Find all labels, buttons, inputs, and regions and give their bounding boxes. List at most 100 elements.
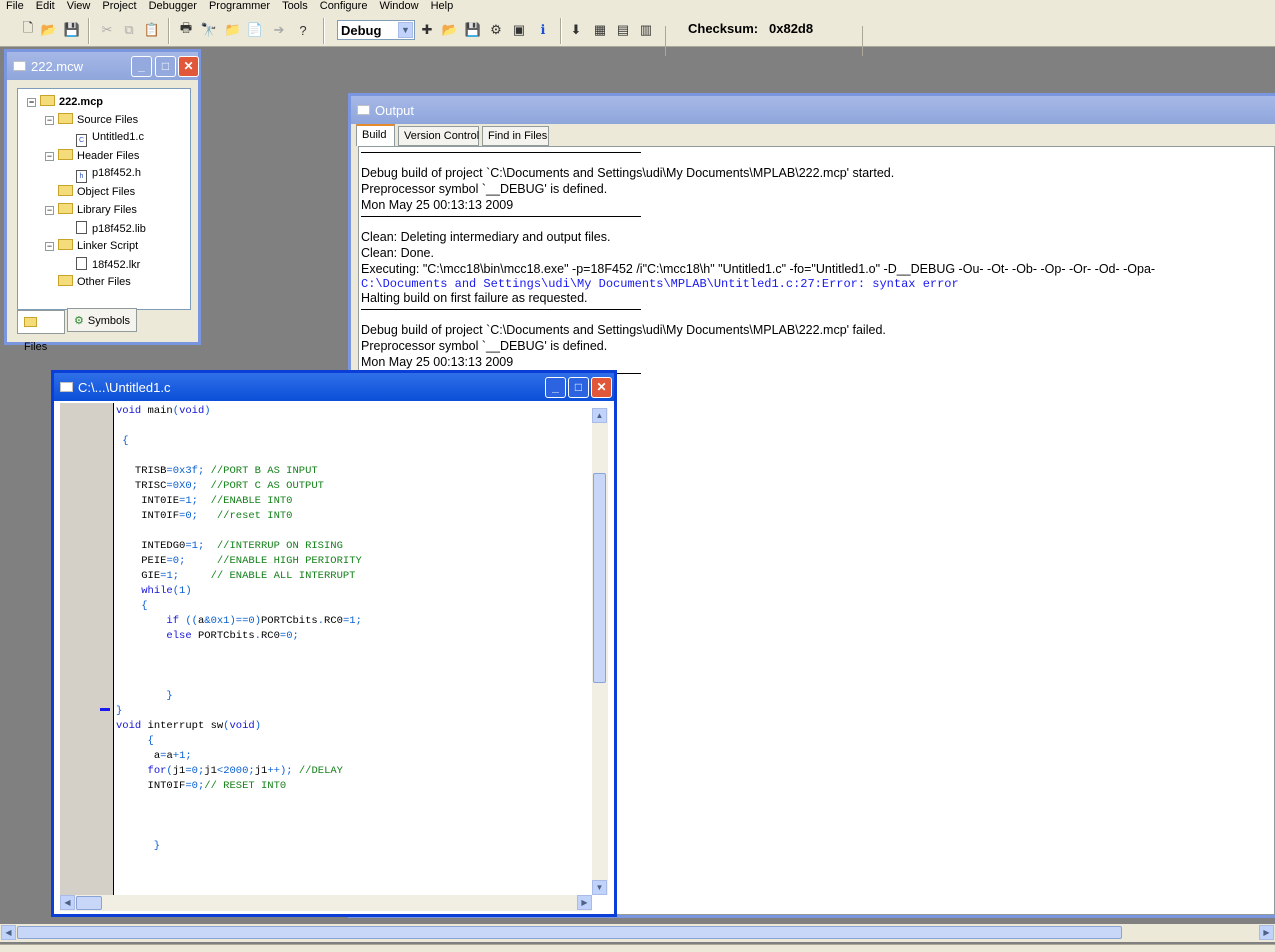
tree-folder[interactable]: − Linker Script [45,239,138,252]
folder-icon [58,275,73,286]
minimize-button[interactable]: _ [545,377,566,398]
find-icon[interactable]: 🔭 [200,21,218,39]
maximize-button[interactable]: □ [155,56,176,77]
bookmark-icon[interactable]: 📄 [246,21,264,39]
tree-label: Source Files [77,114,139,126]
menu-debugger[interactable]: Debugger [143,1,203,12]
memory-icon[interactable]: ▤ [614,21,632,39]
code-line: TRISB=0x3f; //PORT B AS INPUT [134,465,318,477]
info-icon[interactable]: ℹ [534,21,552,39]
copy-icon[interactable]: ⧉ [120,21,138,39]
open-project-icon[interactable]: 📂 [441,21,459,39]
scroll-thumb[interactable] [17,926,1122,939]
tab-symbols[interactable]: ⚙ Symbols [67,308,137,332]
save-icon[interactable]: 💾 [63,21,81,39]
vertical-scrollbar[interactable]: ▲ ▼ [592,408,608,895]
line-gutter[interactable] [60,403,113,895]
menu-help[interactable]: Help [425,1,460,12]
project-titlebar[interactable]: 222.mcw _ □ ✕ [7,52,199,80]
scroll-left-icon[interactable]: ◀ [1,925,16,940]
window-icon [357,105,370,115]
chevron-down-icon[interactable]: ▼ [398,22,413,38]
folder-icon [40,95,55,106]
toolbar: 🗋 📂 💾 ✂ ⧉ 📋 🖶 🔭 📁 📄 ➔ ? Debug ▼ ✚ 📂 💾 ⚙ … [0,12,1275,56]
tree-folder[interactable]: − Library Files [45,203,137,216]
tree-folder[interactable]: Other Files [58,275,131,288]
close-button[interactable]: ✕ [178,56,199,77]
disassembly-icon[interactable]: ▦ [591,21,609,39]
tree-file[interactable]: p18f452.lib [76,221,146,235]
tree-file[interactable]: C Untitled1.c [76,131,144,147]
program-icon[interactable]: ⬇ [567,21,585,39]
tree-root[interactable]: − 222.mcp [27,95,103,108]
window-icon [13,61,26,71]
new-project-icon[interactable]: ✚ [418,21,436,39]
folder-icon [58,149,73,160]
tab-version-control[interactable]: Version Control [398,126,479,146]
menu-view[interactable]: View [61,1,97,12]
goto-icon[interactable]: ➔ [270,21,288,39]
code-line: TRISC=0X0; //PORT C AS OUTPUT [134,480,324,492]
menu-configure[interactable]: Configure [314,1,374,12]
editor-titlebar[interactable]: C:\...\Untitled1.c _ □ ✕ [54,373,614,401]
tree-file[interactable]: h p18f452.h [76,167,141,183]
tree-label: Object Files [77,186,136,198]
menu-file[interactable]: File [0,1,30,12]
collapse-icon[interactable]: − [45,206,54,215]
project-tree[interactable]: −222.mcp − Source Files C Untitled1.c − Heade… [17,88,191,310]
output-line: Executing: "C:\mcc18\bin\mcc18.exe" -p=1… [361,262,1156,276]
print-icon[interactable]: 🖶 [177,20,195,39]
tree-label: Other Files [77,276,131,288]
tree-file[interactable]: 18f452.lkr [76,257,140,271]
find-in-files-icon[interactable]: 📁 [224,21,242,39]
scroll-down-icon[interactable]: ▼ [592,880,607,895]
maximize-button[interactable]: □ [568,377,589,398]
tree-folder[interactable]: Object Files [58,185,135,198]
file-icon [76,221,87,234]
close-button[interactable]: ✕ [591,377,612,398]
collapse-icon[interactable]: − [45,242,54,251]
tree-folder[interactable]: − Header Files [45,149,139,162]
code-line: { [116,600,148,612]
tab-files-label: Files [24,341,48,353]
scroll-left-icon[interactable]: ◀ [60,895,75,910]
scroll-right-icon[interactable]: ▶ [577,895,592,910]
menu-programmer[interactable]: Programmer [203,1,276,12]
menu-window[interactable]: Window [373,1,424,12]
editor-title: C:\...\Untitled1.c [78,380,171,395]
collapse-icon[interactable]: − [27,98,36,107]
paste-icon[interactable]: 📋 [143,21,161,39]
tab-find-in-files[interactable]: Find in Files [482,126,549,146]
help-icon[interactable]: ? [294,21,312,39]
tab-symbols-label: Symbols [87,315,131,327]
folder-icon [58,203,73,214]
save-workspace-icon[interactable]: 💾 [464,21,482,39]
horizontal-scrollbar[interactable]: ◀ ▶ [60,895,592,911]
minimize-button[interactable]: _ [131,56,152,77]
code-line: a=a+1; [153,750,192,762]
new-file-icon[interactable]: 🗋 [19,20,37,39]
scroll-thumb[interactable] [76,896,102,910]
make-icon[interactable]: ▣ [510,21,528,39]
tab-build[interactable]: Build [356,124,395,146]
open-file-icon[interactable]: 📂 [40,21,58,39]
menu-tools[interactable]: Tools [276,1,314,12]
mdi-horizontal-scrollbar[interactable]: ◀ ▶ [0,924,1275,942]
scroll-up-icon[interactable]: ▲ [592,408,607,423]
code-editor[interactable]: void main(void) { TRISB=0x3f; //PORT B A… [113,403,592,895]
watch-icon[interactable]: ▥ [637,21,655,39]
build-all-icon[interactable]: ⚙ [487,21,505,39]
collapse-icon[interactable]: − [45,152,54,161]
scroll-right-icon[interactable]: ▶ [1259,925,1274,940]
menu-edit[interactable]: Edit [30,1,61,12]
tab-files[interactable]: Files [17,310,65,353]
editor-window: C:\...\Untitled1.c _ □ ✕ void main(void)… [51,370,617,917]
output-titlebar[interactable]: Output [351,96,1275,124]
cut-icon[interactable]: ✂ [98,21,116,39]
error-line[interactable]: C:\Documents and Settings\udi\My Documen… [361,277,959,291]
menu-project[interactable]: Project [96,1,142,12]
tree-folder[interactable]: − Source Files [45,113,139,126]
build-config-select[interactable]: Debug ▼ [337,20,415,40]
collapse-icon[interactable]: − [45,116,54,125]
scroll-thumb[interactable] [593,473,606,683]
